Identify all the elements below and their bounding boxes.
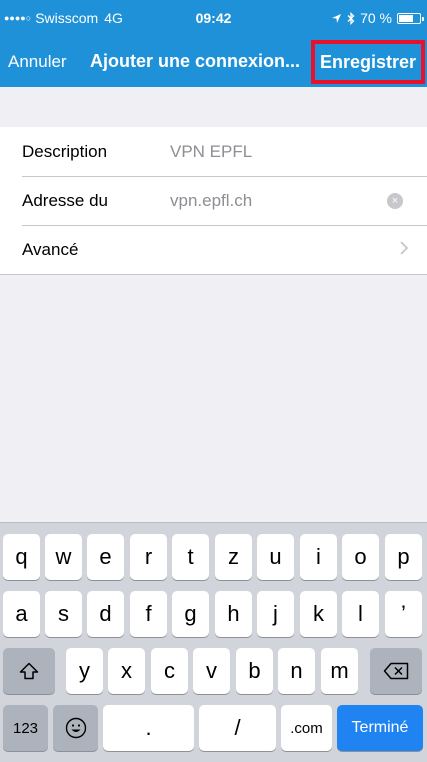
key-a[interactable]: a xyxy=(3,591,40,637)
key-l[interactable]: l xyxy=(342,591,379,637)
key-i[interactable]: i xyxy=(300,534,337,580)
done-key[interactable]: Terminé xyxy=(337,705,423,751)
battery-percent: 70 % xyxy=(360,10,392,26)
cancel-button[interactable]: Annuler xyxy=(8,52,67,72)
keyboard: q w e r t z u i o p a s d f g h j k l ’ … xyxy=(0,522,427,762)
emoji-smiley-icon xyxy=(65,717,86,739)
key-t[interactable]: t xyxy=(172,534,209,580)
page-title: Ajouter une connexion... xyxy=(90,51,301,71)
battery-fill xyxy=(399,14,413,22)
key-h[interactable]: h xyxy=(215,591,252,637)
key-w[interactable]: w xyxy=(45,534,82,580)
key-r[interactable]: r xyxy=(130,534,167,580)
save-button-label: Enregistrer xyxy=(319,51,417,72)
advanced-label: Avancé xyxy=(22,239,79,259)
key-q[interactable]: q xyxy=(3,534,40,580)
key-f[interactable]: f xyxy=(130,591,167,637)
key-y[interactable]: y xyxy=(66,648,103,694)
key-n[interactable]: n xyxy=(278,648,315,694)
emoji-key[interactable] xyxy=(53,705,98,751)
battery-tip xyxy=(422,16,424,21)
key-s[interactable]: s xyxy=(45,591,82,637)
key-x[interactable]: x xyxy=(108,648,145,694)
key-m[interactable]: m xyxy=(321,648,358,694)
server-address-row[interactable]: Adresse du vpn.epfl.ch × xyxy=(0,176,427,225)
backspace-key[interactable] xyxy=(370,648,422,694)
battery-icon xyxy=(397,12,424,24)
key-c[interactable]: c xyxy=(151,648,188,694)
chevron-right-icon xyxy=(400,241,409,255)
description-label: Description xyxy=(22,141,108,161)
server-address-field[interactable]: vpn.epfl.ch xyxy=(170,191,252,211)
server-address-label: Adresse du xyxy=(22,190,108,210)
key-p[interactable]: p xyxy=(385,534,422,580)
nav-bar: Annuler Ajouter une connexion... Enregis… xyxy=(0,40,427,84)
bluetooth-icon xyxy=(347,11,355,25)
key-k[interactable]: k xyxy=(300,591,337,637)
shift-arrow-icon xyxy=(19,662,39,680)
dot-key[interactable]: . xyxy=(103,705,194,751)
status-bar: ●●●●○ Swisscom 4G 09:42 70 % xyxy=(0,0,427,34)
description-row[interactable]: Description VPN EPFL xyxy=(0,127,427,176)
dotcom-key[interactable]: .com xyxy=(281,705,332,751)
save-button[interactable]: Enregistrer xyxy=(311,40,425,84)
key-u[interactable]: u xyxy=(257,534,294,580)
location-arrow-icon xyxy=(332,13,342,23)
key-o[interactable]: o xyxy=(342,534,379,580)
key-e[interactable]: e xyxy=(87,534,124,580)
numbers-key[interactable]: 123 xyxy=(3,705,48,751)
key-d[interactable]: d xyxy=(87,591,124,637)
list-divider xyxy=(0,274,427,275)
key-apostrophe[interactable]: ’ xyxy=(385,591,422,637)
advanced-row[interactable]: Avancé xyxy=(0,225,427,274)
backspace-icon xyxy=(383,662,409,680)
key-z[interactable]: z xyxy=(215,534,252,580)
header: ●●●●○ Swisscom 4G 09:42 70 % Annuler Ajo… xyxy=(0,0,427,87)
status-right: 70 % xyxy=(331,10,424,26)
clear-circle-icon[interactable]: × xyxy=(387,193,403,209)
slash-key[interactable]: / xyxy=(199,705,276,751)
key-g[interactable]: g xyxy=(172,591,209,637)
key-v[interactable]: v xyxy=(193,648,230,694)
key-b[interactable]: b xyxy=(236,648,273,694)
description-field[interactable]: VPN EPFL xyxy=(170,142,252,162)
shift-key[interactable] xyxy=(3,648,55,694)
key-j[interactable]: j xyxy=(257,591,294,637)
connection-form: Description VPN EPFL Adresse du vpn.epfl… xyxy=(0,127,427,275)
